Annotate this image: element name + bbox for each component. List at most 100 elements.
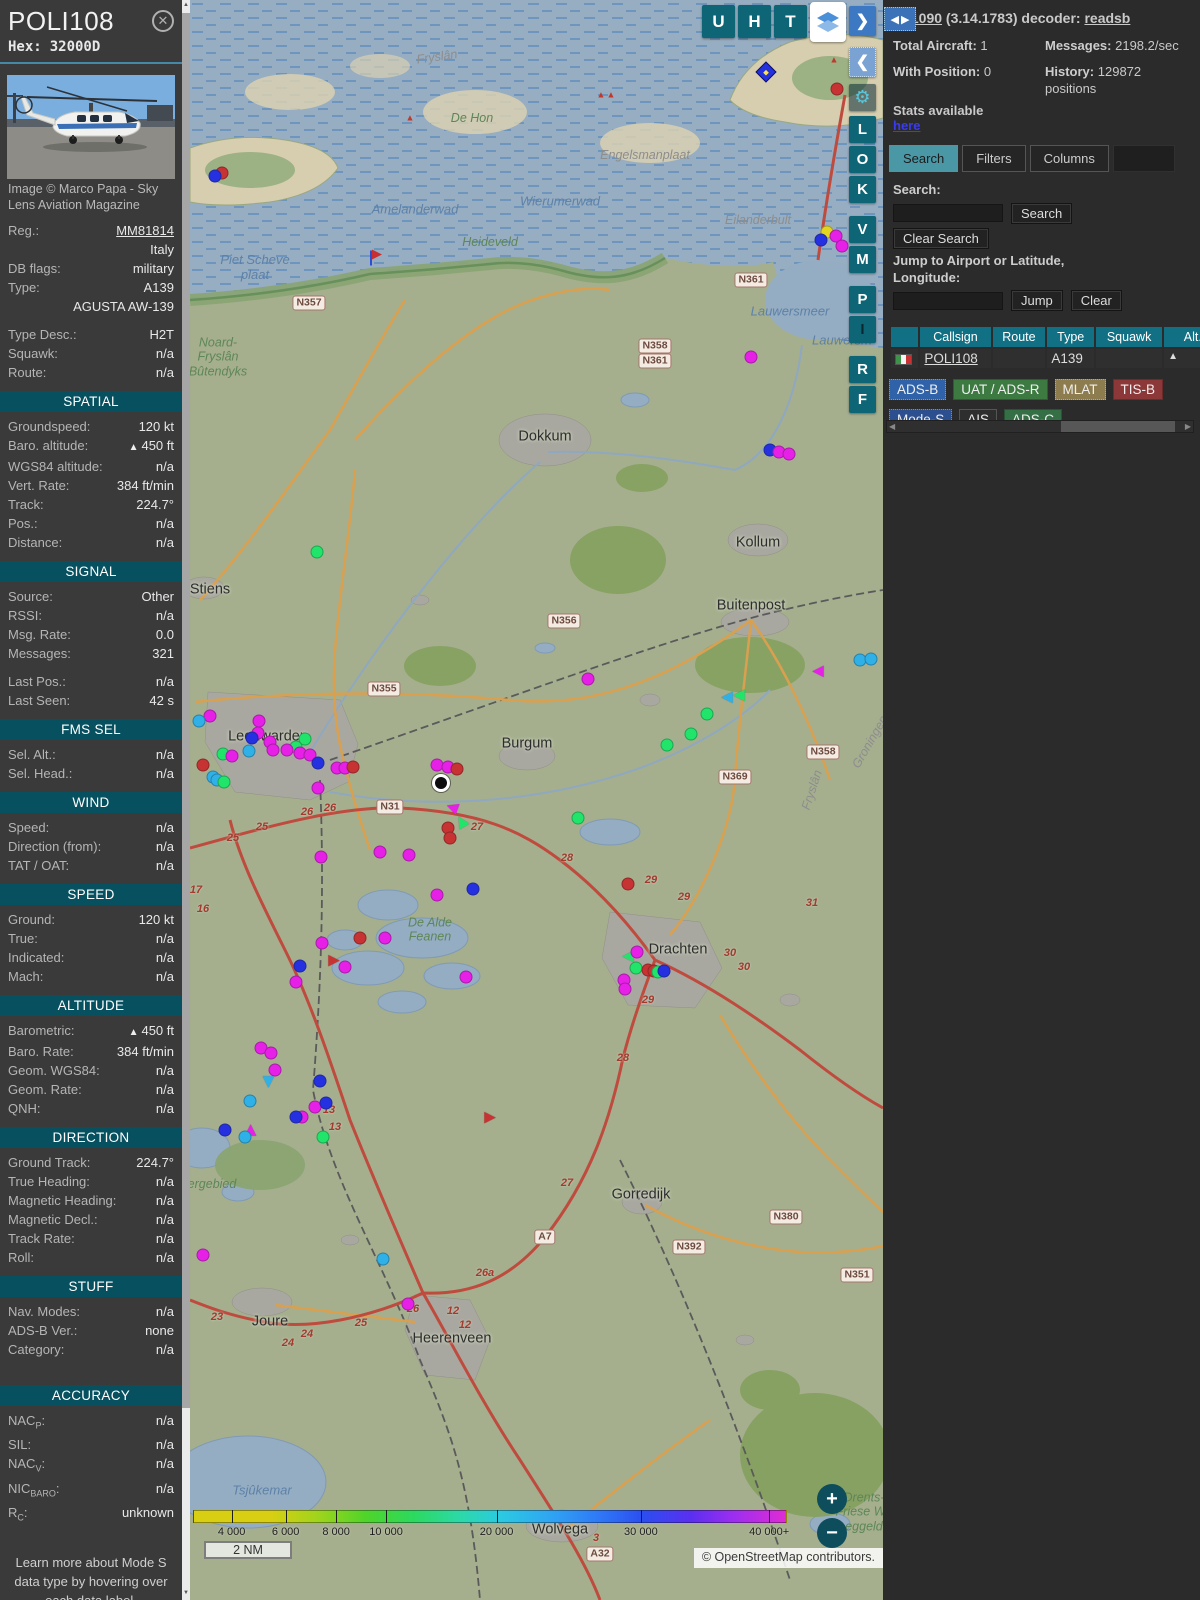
sidebar-scrollbar[interactable]: ▲ ▼ [182, 0, 190, 1600]
aircraft-marker[interactable] [265, 1047, 278, 1060]
scroll-left-icon[interactable]: ◀ [889, 422, 895, 431]
aircraft-marker[interactable] [267, 744, 280, 757]
detail-value[interactable]: MM81814 [116, 223, 174, 238]
source-badge-mlat[interactable]: MLAT [1055, 379, 1106, 400]
tab-search[interactable]: Search [889, 145, 958, 172]
aircraft-marker[interactable] [312, 782, 325, 795]
aircraft-marker[interactable] [246, 732, 259, 745]
aircraft-marker[interactable] [402, 1298, 415, 1311]
aircraft-marker[interactable] [315, 851, 328, 864]
aircraft-marker[interactable] [701, 708, 714, 721]
scroll-down-icon[interactable]: ▼ [182, 1590, 190, 1596]
jump-clear-button[interactable]: Clear [1071, 290, 1122, 311]
aircraft-marker[interactable] [444, 832, 457, 845]
aircraft-marker[interactable] [431, 889, 444, 902]
settings-button[interactable]: ⚙ [849, 84, 876, 111]
jump-input[interactable] [893, 292, 1003, 310]
aircraft-marker[interactable] [239, 1131, 252, 1144]
aircraft-marker[interactable] [815, 234, 828, 247]
aircraft-marker[interactable] [269, 1064, 282, 1077]
aircraft-marker[interactable] [253, 715, 266, 728]
callsign-link[interactable]: POLI108 [924, 351, 977, 366]
aircraft-marker[interactable] [865, 653, 878, 666]
aircraft-marker[interactable] [658, 965, 671, 978]
decoder-link[interactable]: readsb [1084, 10, 1130, 26]
map-button-I[interactable]: I [849, 316, 876, 343]
column-header-Type[interactable]: Type [1047, 327, 1094, 347]
aircraft-marker[interactable] [619, 983, 632, 996]
tab-filters[interactable]: Filters [962, 145, 1025, 172]
aircraft-marker[interactable] [244, 1095, 257, 1108]
map-button-T[interactable]: T [774, 5, 807, 38]
table-scrollbar-thumb[interactable] [1061, 421, 1174, 432]
aircraft-marker[interactable] [193, 715, 206, 728]
scroll-up-icon[interactable]: ▲ [182, 2, 190, 8]
column-header-Callsign[interactable]: Callsign [920, 327, 990, 347]
zoom-out-button[interactable]: − [817, 1518, 847, 1548]
collapse-left-button[interactable]: ❮ [849, 47, 876, 77]
osm-attribution[interactable]: © OpenStreetMap contributors. [694, 1548, 883, 1568]
aircraft-marker[interactable] [209, 170, 222, 183]
aircraft-photo[interactable] [7, 75, 175, 179]
aircraft-heading-marker[interactable]: ▶ [733, 689, 745, 704]
aircraft-marker[interactable] [403, 849, 416, 862]
aircraft-marker[interactable] [197, 1249, 210, 1262]
aircraft-marker[interactable] [685, 728, 698, 741]
table-horizontal-scrollbar[interactable]: ◀ ▶ [886, 420, 1194, 433]
aircraft-marker[interactable] [294, 960, 307, 973]
aircraft-marker[interactable] [316, 937, 329, 950]
source-badge-adsb[interactable]: ADS-B [889, 379, 946, 400]
aircraft-marker[interactable] [460, 971, 473, 984]
source-badge-uat[interactable]: UAT / ADS-R [953, 379, 1047, 400]
aircraft-heading-marker[interactable]: ▶ [484, 1110, 496, 1125]
aircraft-marker[interactable] [661, 739, 674, 752]
aircraft-marker[interactable] [314, 1075, 327, 1088]
aircraft-marker[interactable] [317, 1131, 330, 1144]
map-button-L[interactable]: L [849, 116, 876, 143]
map-button-O[interactable]: O [849, 146, 876, 173]
aircraft-marker[interactable] [467, 883, 480, 896]
sidebar-scrollbar-thumb[interactable] [182, 13, 190, 1408]
zoom-in-button[interactable]: + [817, 1484, 847, 1514]
flag-marker[interactable] [370, 251, 372, 266]
tab-columns[interactable]: Columns [1030, 145, 1109, 172]
column-header-Route[interactable]: Route [993, 327, 1046, 347]
aircraft-marker[interactable] [379, 932, 392, 945]
close-icon[interactable]: ✕ [152, 10, 174, 32]
aircraft-marker[interactable] [631, 946, 644, 959]
aircraft-marker[interactable] [312, 757, 325, 770]
clear-search-button[interactable]: Clear Search [893, 228, 989, 249]
aircraft-marker[interactable] [290, 976, 303, 989]
map-button-R[interactable]: R [849, 356, 876, 383]
aircraft-marker[interactable] [354, 932, 367, 945]
aircraft-marker[interactable] [226, 750, 239, 763]
aircraft-heading-marker[interactable]: ▶ [721, 691, 733, 706]
map-button-F[interactable]: F [849, 386, 876, 413]
aircraft-marker[interactable] [347, 761, 360, 774]
aircraft-marker[interactable] [339, 961, 352, 974]
search-button[interactable]: Search [1011, 203, 1072, 224]
aircraft-marker[interactable] [219, 1124, 232, 1137]
aircraft-marker[interactable] [374, 846, 387, 859]
aircraft-marker[interactable] [572, 812, 585, 825]
aircraft-marker[interactable] [745, 351, 758, 364]
jump-button[interactable]: Jump [1011, 290, 1063, 311]
aircraft-marker[interactable] [311, 546, 324, 559]
aircraft-marker[interactable] [582, 673, 595, 686]
map-button-H[interactable]: H [738, 5, 771, 38]
map-button-P[interactable]: P [849, 286, 876, 313]
source-badge-tisb[interactable]: TIS-B [1113, 379, 1164, 400]
scroll-right-icon[interactable]: ▶ [1185, 422, 1191, 431]
map-button-V[interactable]: V [849, 216, 876, 243]
expand-right-button[interactable]: ❯ [849, 6, 876, 36]
search-input[interactable] [893, 204, 1003, 222]
map-button-K[interactable]: K [849, 176, 876, 203]
aircraft-marker[interactable] [320, 1097, 333, 1110]
map-button-U[interactable]: U [702, 5, 735, 38]
aircraft-marker[interactable] [218, 776, 231, 789]
table-row[interactable]: POLI108A139▲450 [891, 349, 1200, 368]
column-header-flag[interactable] [891, 327, 918, 347]
map-button-M[interactable]: M [849, 246, 876, 273]
column-header-Squawk[interactable]: Squawk [1096, 327, 1162, 347]
aircraft-marker[interactable] [290, 1111, 303, 1124]
